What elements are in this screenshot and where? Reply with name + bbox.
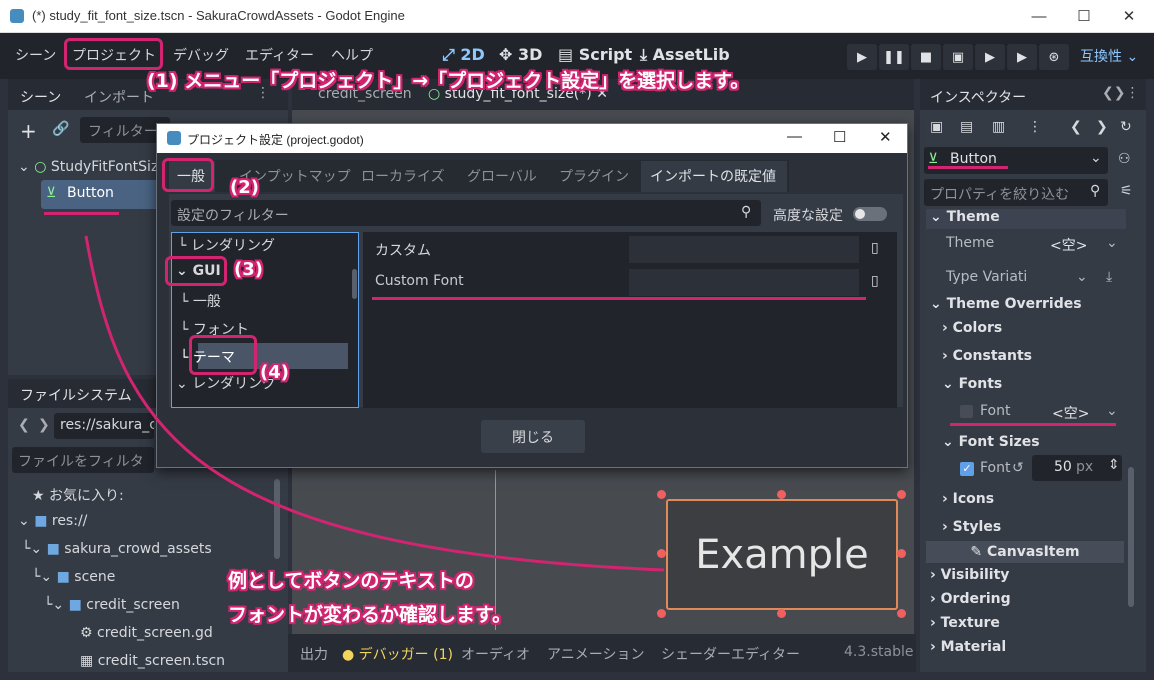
annotation-caption-line1: 例としてボタンのテキストの — [228, 570, 474, 592]
annotation-arrow-curve — [84, 235, 665, 572]
annotation-caption-line2: フォントが変わるか確認します。 — [228, 604, 512, 626]
